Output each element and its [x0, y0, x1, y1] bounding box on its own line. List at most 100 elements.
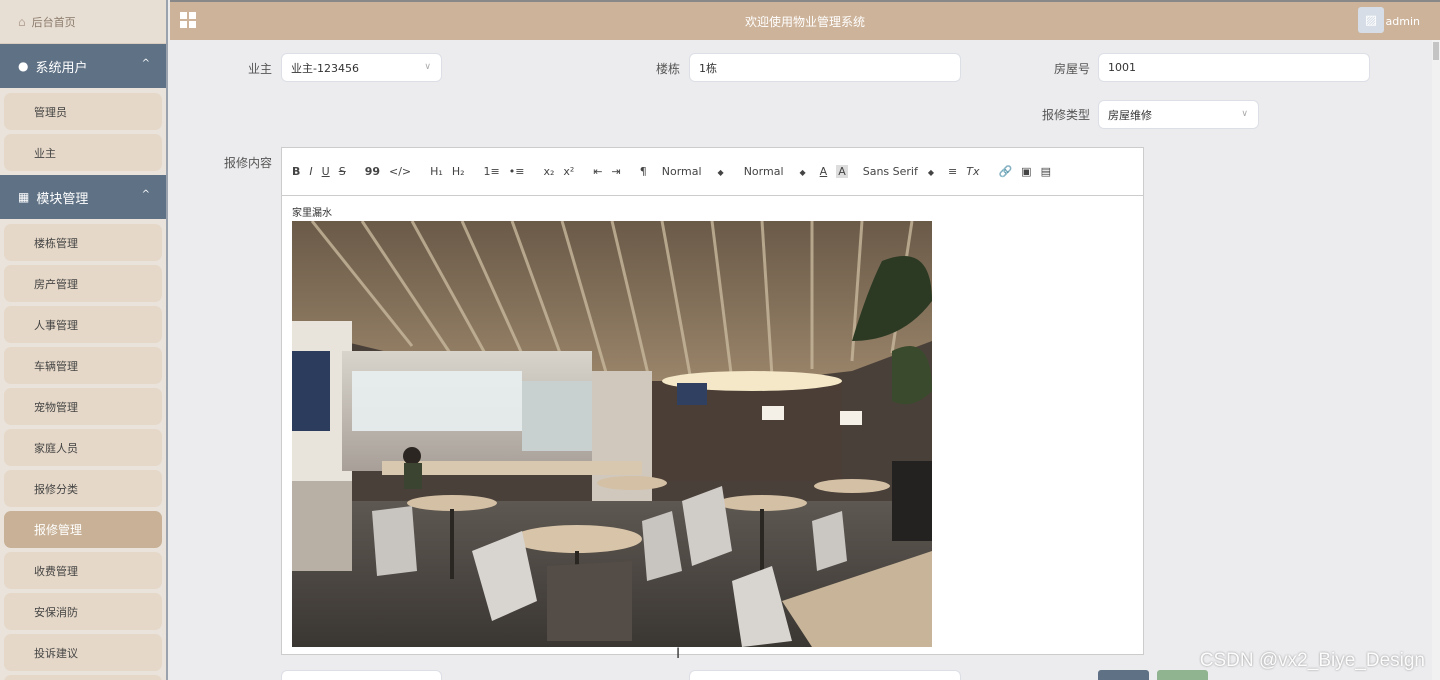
room-input[interactable]: 1001	[1098, 53, 1370, 82]
sidebar-item-label: 楼栋管理	[34, 236, 78, 250]
text-cursor-icon: I	[676, 646, 681, 662]
sidebar-item-repair-management[interactable]: 报修管理	[4, 511, 162, 548]
sidebar: ⌂ 后台首页 ● 系统用户 ^ 管理员 业主 ▦ 模块管理 ^ 楼栋管理 房产管…	[0, 0, 168, 680]
strike-button[interactable]: S	[339, 165, 346, 178]
sidebar-item-label: 家庭人员	[34, 441, 78, 455]
text-direction-button[interactable]: ¶	[640, 165, 647, 178]
partial-field-middle[interactable]	[689, 670, 961, 680]
background-color-button[interactable]: A	[836, 165, 848, 178]
scrollbar-thumb[interactable]	[1433, 42, 1439, 60]
sidebar-item-security[interactable]: 安保消防	[4, 593, 162, 630]
rich-text-editor[interactable]: B I U S 99 </> H₁ H₂ 1≡ •≡ x₂ x² ⇤ ⇥ ¶ N…	[281, 147, 1144, 655]
editor-text: 家里漏水	[292, 208, 332, 219]
sidebar-item-label: 管理员	[34, 105, 67, 119]
video-button[interactable]: ▤	[1041, 165, 1051, 178]
h1-button[interactable]: H₁	[430, 165, 443, 178]
sidebar-item-partial[interactable]	[4, 675, 162, 680]
sidebar-group-label: 模块管理	[36, 191, 89, 207]
outdent-button[interactable]: ⇤	[593, 165, 602, 178]
sidebar-group-modules[interactable]: ▦ 模块管理 ^	[0, 175, 166, 219]
chevron-down-icon: ∨	[1241, 109, 1248, 119]
header-select-value: Normal	[743, 165, 784, 178]
sidebar-home[interactable]: ⌂ 后台首页	[0, 0, 166, 44]
bold-button[interactable]: B	[292, 165, 300, 178]
link-button[interactable]: 🔗	[998, 165, 1012, 178]
owner-label: 业主	[247, 62, 272, 76]
repair-type-label: 报修类型	[1041, 108, 1090, 122]
code-button[interactable]: </>	[389, 165, 411, 178]
chevron-up-icon: ^	[141, 58, 150, 69]
ordered-list-button[interactable]: 1≡	[484, 165, 500, 178]
image-icon: ▨	[1364, 12, 1378, 28]
updown-icon: ◆	[927, 168, 935, 177]
sidebar-item-vehicle[interactable]: 车辆管理	[4, 347, 162, 384]
blockquote-button[interactable]: 99	[365, 165, 380, 178]
avatar[interactable]: ▨	[1358, 7, 1384, 33]
underline-button[interactable]: U	[322, 165, 330, 178]
sidebar-item-fees[interactable]: 收费管理	[4, 552, 162, 589]
font-select-value: Sans Serif	[862, 165, 918, 178]
sidebar-group-system-users[interactable]: ● 系统用户 ^	[0, 44, 166, 88]
sidebar-home-label: 后台首页	[31, 15, 76, 29]
clean-format-button[interactable]: Tx	[966, 165, 979, 178]
subscript-button[interactable]: x₂	[543, 165, 554, 178]
updown-icon: ◆	[717, 168, 724, 177]
bullet-list-button[interactable]: •≡	[509, 165, 525, 178]
partial-field-left[interactable]	[281, 670, 442, 680]
superscript-button[interactable]: x²	[563, 165, 574, 178]
username[interactable]: admin	[1386, 15, 1420, 28]
header-select[interactable]: Normal ◆	[744, 165, 806, 178]
indent-button[interactable]: ⇥	[612, 165, 621, 178]
chevron-down-icon: ∨	[424, 62, 431, 72]
size-select[interactable]: Normal ◆	[662, 165, 724, 178]
size-select-value: Normal	[661, 165, 702, 178]
owner-select[interactable]: 业主-123456 ∨	[281, 53, 442, 82]
align-button[interactable]: ≡	[948, 165, 957, 178]
repair-type-select[interactable]: 房屋维修 ∨	[1098, 100, 1259, 129]
sidebar-item-repair-category[interactable]: 报修分类	[4, 470, 162, 507]
sidebar-item-complaints[interactable]: 投诉建议	[4, 634, 162, 671]
sidebar-item-building[interactable]: 楼栋管理	[4, 224, 162, 261]
page-scrollbar[interactable]	[1432, 40, 1440, 680]
owner-value: 业主-123456	[291, 61, 359, 75]
sidebar-item-label: 安保消防	[34, 605, 78, 619]
sidebar-item-label: 车辆管理	[34, 359, 78, 373]
sidebar-item-label: 收费管理	[34, 564, 78, 578]
building-label: 楼栋	[655, 62, 680, 76]
sidebar-item-label: 投诉建议	[34, 646, 78, 660]
restaurant-photo	[292, 221, 932, 647]
submit-button[interactable]	[1098, 670, 1149, 680]
page-title: 欢迎使用物业管理系统	[744, 15, 865, 29]
sidebar-item-property[interactable]: 房产管理	[4, 265, 162, 302]
room-value: 1001	[1108, 61, 1136, 74]
editor-content[interactable]: 家里漏水	[282, 196, 1143, 655]
content-label: 报修内容	[223, 156, 272, 170]
repair-type-value: 房屋维修	[1108, 108, 1152, 122]
sidebar-item-label: 宠物管理	[34, 400, 78, 414]
sidebar-item-label: 房产管理	[34, 277, 78, 291]
building-value: 1栋	[699, 61, 717, 75]
sidebar-item-staff[interactable]: 人事管理	[4, 306, 162, 343]
sidebar-item-pet[interactable]: 宠物管理	[4, 388, 162, 425]
sidebar-item-label: 报修管理	[34, 523, 83, 537]
font-select[interactable]: Sans Serif ◆	[863, 165, 934, 178]
user-icon: ●	[18, 59, 29, 73]
sidebar-item-label: 业主	[34, 146, 56, 160]
top-header: 欢迎使用物业管理系统 ▨ admin	[170, 0, 1440, 40]
building-input[interactable]: 1栋	[689, 53, 961, 82]
updown-icon: ◆	[799, 168, 806, 177]
sidebar-item-label: 报修分类	[34, 482, 78, 496]
sidebar-item-label: 人事管理	[34, 318, 78, 332]
sidebar-item-owner[interactable]: 业主	[4, 134, 162, 171]
editor-toolbar: B I U S 99 </> H₁ H₂ 1≡ •≡ x₂ x² ⇤ ⇥ ¶ N…	[282, 148, 1143, 196]
image-button[interactable]: ▣	[1021, 165, 1031, 178]
sidebar-item-family[interactable]: 家庭人员	[4, 429, 162, 466]
font-color-button[interactable]: A	[820, 165, 828, 178]
watermark: CSDN @vx2_Biye_Design	[1199, 650, 1425, 671]
grid-icon: ▦	[18, 190, 30, 204]
sidebar-item-admin[interactable]: 管理员	[4, 93, 162, 130]
italic-button[interactable]: I	[309, 165, 312, 178]
h2-button[interactable]: H₂	[452, 165, 465, 178]
sidebar-group-label: 系统用户	[35, 60, 88, 76]
chevron-up-icon: ^	[141, 189, 150, 200]
